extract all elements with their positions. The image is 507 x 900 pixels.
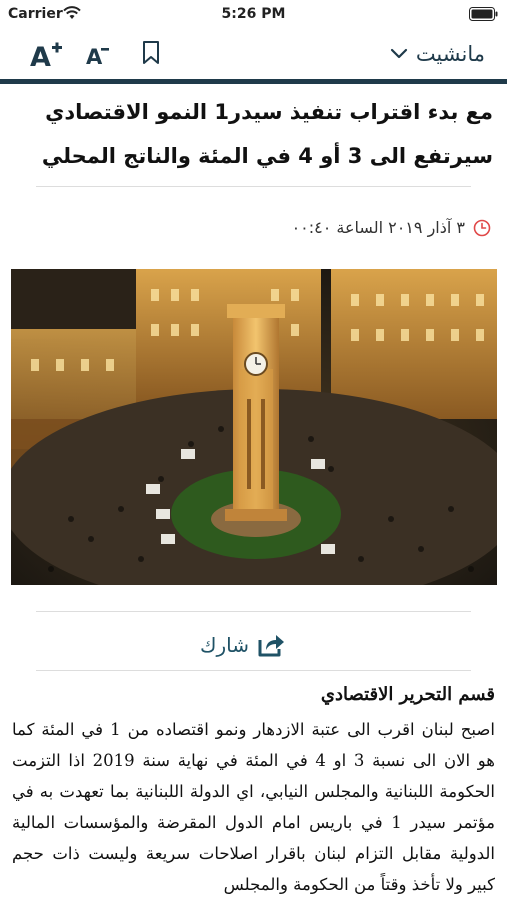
status-time: 5:26 PM — [221, 6, 286, 22]
divider — [36, 186, 471, 187]
clock-icon — [473, 219, 491, 236]
article-date: ٣ آذار ٢٠١٩ الساعة ٠٠:٤٠ — [291, 218, 465, 237]
chevron-down-icon — [390, 48, 407, 59]
divider — [36, 670, 471, 671]
battery-icon — [469, 7, 498, 21]
article-body: اصبح لبنان اقرب الى عتبة الازدهار ونمو ا… — [12, 720, 496, 894]
section-title: مانشيت — [415, 42, 485, 66]
divider — [36, 611, 471, 612]
article-date-row: ٣ آذار ٢٠١٩ الساعة ٠٠:٤٠ — [292, 218, 491, 237]
svg-text:A: A — [86, 45, 103, 68]
article-byline: قسم التحرير الاقتصادي — [320, 684, 495, 705]
svg-text:A: A — [30, 42, 51, 70]
share-icon — [258, 635, 284, 657]
nav-divider — [0, 79, 507, 84]
share-button[interactable]: شارك — [200, 626, 285, 664]
section-selector[interactable]: مانشيت — [390, 42, 485, 66]
share-label: شارك — [200, 633, 249, 657]
status-bar: Carrier 5:26 PM — [0, 0, 507, 30]
article-photo — [11, 269, 497, 585]
bookmark-icon[interactable] — [140, 40, 162, 66]
article-headline: مع بدء اقتراب تنفيذ سيدر1 النمو الاقتصاد… — [41, 100, 493, 168]
font-increase-icon[interactable]: A — [28, 40, 64, 70]
font-decrease-icon[interactable]: A — [84, 42, 110, 68]
